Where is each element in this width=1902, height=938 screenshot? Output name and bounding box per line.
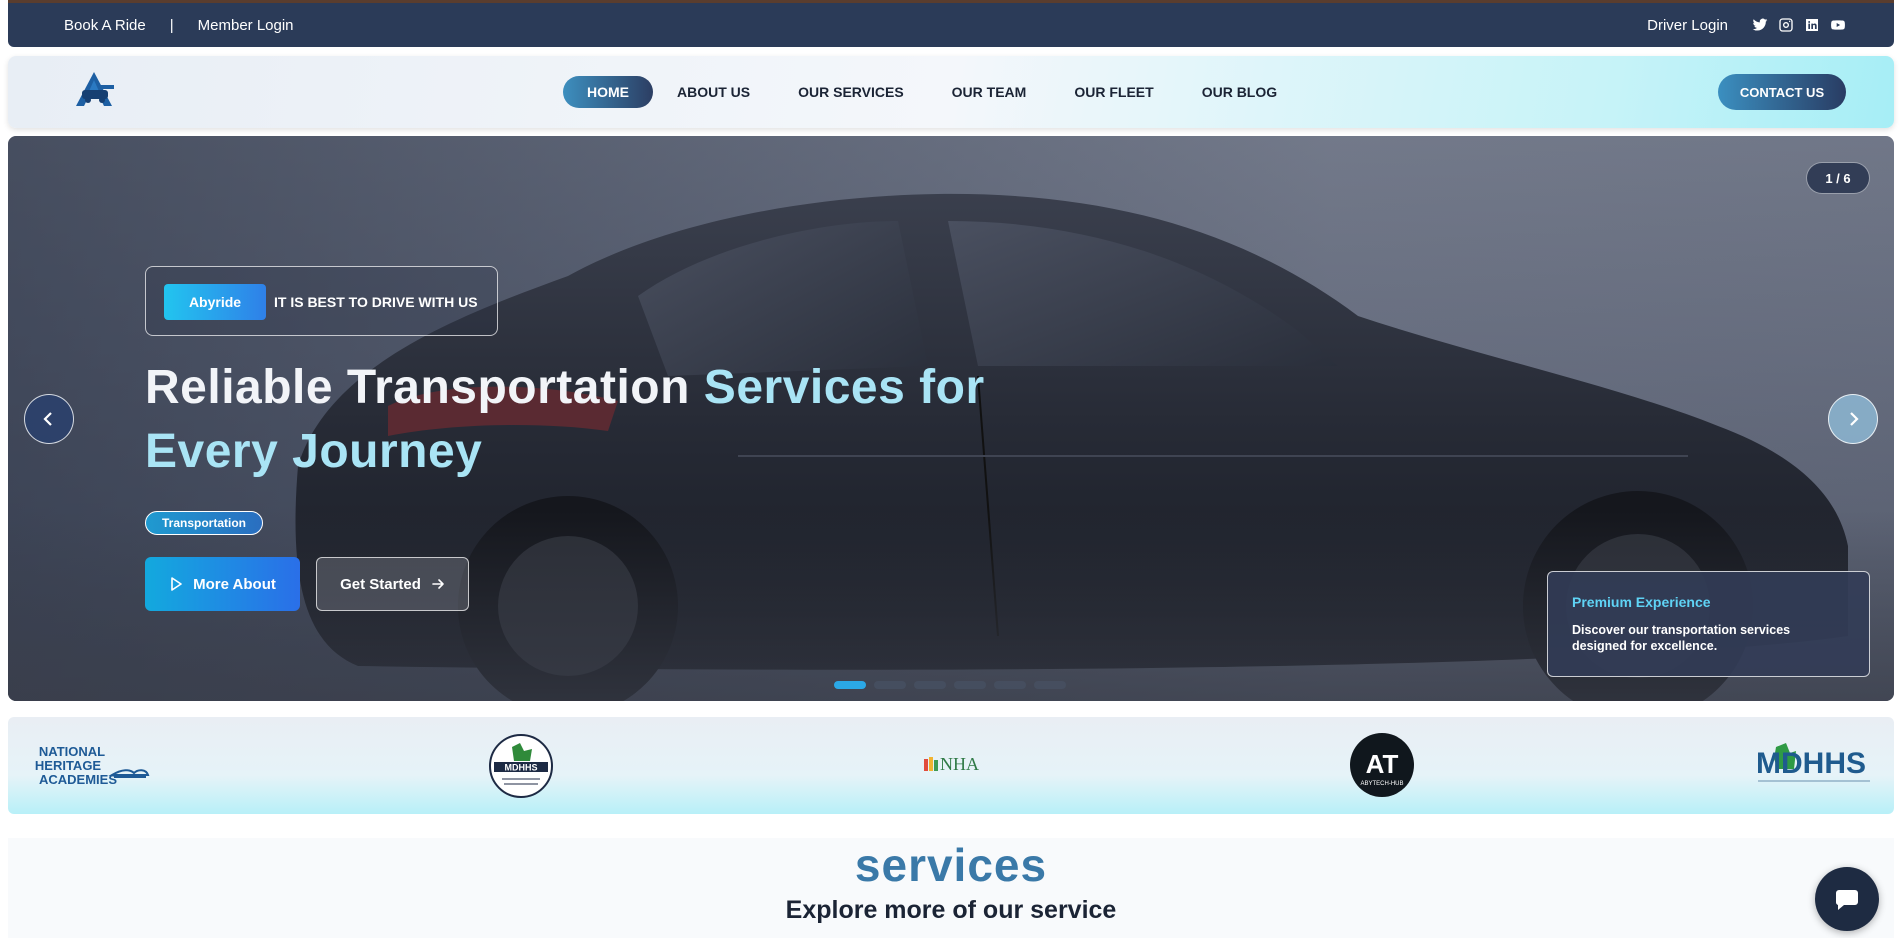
main-navbar: HOME ABOUT US OUR SERVICES OUR TEAM OUR … <box>8 56 1894 128</box>
services-section: services Explore more of our service <box>8 838 1894 938</box>
slider-dot-4[interactable] <box>954 681 986 689</box>
premium-description: Discover our transportation services des… <box>1572 623 1791 653</box>
headline-line2: Every Journey <box>145 425 483 478</box>
headline-word-services: Services for <box>703 361 985 414</box>
hero-headline: Reliable Transportation Services for Eve… <box>145 356 1045 484</box>
slider-dot-5[interactable] <box>994 681 1026 689</box>
chevron-left-icon <box>43 412 52 426</box>
slider-dot-2[interactable] <box>874 681 906 689</box>
hero-badge: Abyride IT IS BEST TO DRIVE WITH US <box>145 266 498 336</box>
premium-experience-card: Premium Experience Discover our transpor… <box>1547 571 1870 677</box>
slider-dot-1[interactable] <box>834 681 866 689</box>
book-ride-link[interactable]: Book A Ride <box>64 17 146 34</box>
contact-us-button[interactable]: CONTACT US <box>1718 74 1846 110</box>
hero-slider: Abyride IT IS BEST TO DRIVE WITH US Reli… <box>8 136 1894 701</box>
slider-prev-button[interactable] <box>24 394 74 444</box>
mdhhs-seal-text: MDHHS <box>505 763 538 773</box>
headline-word-transportation: Transportation <box>346 361 690 414</box>
driver-login-link[interactable]: Driver Login <box>1647 17 1728 34</box>
top-bar-separator: | <box>169 16 174 34</box>
mdhhs-logo[interactable]: MDHHS <box>1754 739 1874 789</box>
twitter-icon[interactable] <box>1752 17 1768 33</box>
instagram-icon[interactable] <box>1778 17 1794 33</box>
services-subheading: Explore more of our service <box>785 896 1117 924</box>
nav-our-fleet[interactable]: OUR FLEET <box>1050 76 1177 108</box>
nha-wordmark: NHA <box>940 754 979 774</box>
abyride-logo[interactable] <box>68 70 120 108</box>
partner-logos: NATIONAL HERITAGE ACADEMIES MDHHS NHA AT <box>8 717 1894 814</box>
top-bar-left: Book A Ride | Member Login <box>64 3 294 47</box>
slider-dot-3[interactable] <box>914 681 946 689</box>
category-tag: Transportation <box>145 511 264 535</box>
more-about-label: More About <box>193 575 276 593</box>
arrow-right-icon <box>432 579 444 589</box>
more-about-button[interactable]: More About <box>145 557 300 611</box>
abytech-text: ABYTECH-HUB <box>1360 781 1403 787</box>
services-heading: services <box>854 839 1048 891</box>
chat-widget-button[interactable] <box>1815 867 1879 931</box>
nav-about-us[interactable]: ABOUT US <box>653 76 774 108</box>
slider-dot-6[interactable] <box>1034 681 1066 689</box>
nav-home[interactable]: HOME <box>563 76 653 108</box>
youtube-icon[interactable] <box>1830 17 1846 33</box>
nha-logo[interactable]: NHA <box>920 749 990 777</box>
hero-tagline: IT IS BEST TO DRIVE WITH US <box>274 294 478 310</box>
abytech-mark: AT <box>1366 749 1399 779</box>
slide-counter: 1 / 6 <box>1806 162 1870 194</box>
mdhhs-wordmark: MDHHS <box>1756 747 1866 780</box>
get-started-button[interactable]: Get Started <box>316 557 469 611</box>
national-heritage-academies-logo[interactable]: NATIONAL HERITAGE ACADEMIES <box>30 741 150 791</box>
play-icon <box>171 577 182 591</box>
headline-word-reliable: Reliable <box>145 361 334 414</box>
top-bar-right: Driver Login <box>1647 3 1846 47</box>
nav-our-blog[interactable]: OUR BLOG <box>1178 76 1301 108</box>
chat-bubble-icon <box>1835 890 1858 910</box>
nha-line2: HERITAGE <box>35 758 102 773</box>
slider-dots <box>834 681 1066 689</box>
brand-badge: Abyride <box>164 284 266 320</box>
nha-line3: ACADEMIES <box>39 772 117 787</box>
linkedin-icon[interactable] <box>1804 17 1820 33</box>
mdhhs-seal-logo[interactable]: MDHHS <box>488 733 554 799</box>
slider-next-button[interactable] <box>1828 394 1878 444</box>
nav-our-team[interactable]: OUR TEAM <box>928 76 1051 108</box>
nha-line1: NATIONAL <box>39 744 105 759</box>
premium-title: Premium Experience <box>1572 594 1711 610</box>
chevron-right-icon <box>1850 412 1859 426</box>
nav-links: HOME ABOUT US OUR SERVICES OUR TEAM OUR … <box>563 76 1301 108</box>
abytech-hub-logo[interactable]: AT ABYTECH-HUB <box>1349 732 1415 798</box>
member-login-link[interactable]: Member Login <box>198 17 294 34</box>
nav-our-services[interactable]: OUR SERVICES <box>774 76 928 108</box>
get-started-label: Get Started <box>340 575 421 593</box>
top-bar: Book A Ride | Member Login Driver Login <box>8 0 1894 47</box>
